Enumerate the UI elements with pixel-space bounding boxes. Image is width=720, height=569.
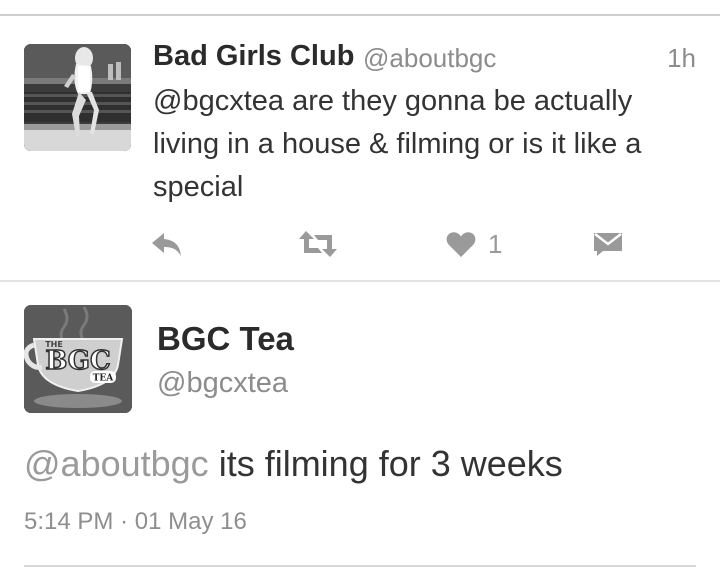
tweet-timestamp: 5:14 PM · 01 May 16 bbox=[24, 508, 247, 536]
tweet-divider bbox=[0, 280, 720, 282]
bad-girls-club-avatar[interactable] bbox=[24, 44, 131, 151]
tweet-age: 1h bbox=[667, 43, 696, 73]
author-name[interactable]: Bad Girls Club bbox=[153, 40, 354, 73]
like-count: 1 bbox=[488, 228, 503, 259]
bottom-divider bbox=[24, 565, 696, 567]
tweet-detail-screen: Bad Girls Club @aboutbgc 1h @bgcxtea are… bbox=[0, 0, 720, 569]
tweet-time: 5:14 PM bbox=[24, 508, 114, 535]
logo-tea-text: TEA bbox=[93, 374, 115, 384]
retweet-icon bbox=[299, 231, 337, 257]
like-button[interactable]: 1 bbox=[446, 226, 502, 262]
heart-icon bbox=[446, 232, 476, 257]
timestamp-separator: · bbox=[120, 508, 129, 535]
bgc-tea-avatar[interactable]: BGC THE TEA bbox=[24, 305, 132, 413]
parent-tweet-text: @bgcxtea are they gonna be actually livi… bbox=[153, 85, 642, 203]
direct-message-icon bbox=[594, 233, 622, 256]
tweet-date: 01 May 16 bbox=[134, 508, 247, 535]
direct-message-button[interactable] bbox=[593, 226, 623, 262]
main-author-name[interactable]: BGC Tea bbox=[157, 320, 294, 358]
reply-button[interactable] bbox=[150, 226, 184, 262]
bgc-tea-logo-icon: BGC THE TEA bbox=[24, 305, 132, 413]
tweet-action-bar: 1 bbox=[150, 226, 630, 262]
author-handle[interactable]: @aboutbgc bbox=[363, 43, 496, 74]
parent-tweet-header: Bad Girls Club @aboutbgc 1h bbox=[153, 40, 698, 80]
main-tweet-body: its filming for 3 weeks bbox=[208, 443, 563, 484]
reply-icon bbox=[152, 233, 181, 256]
main-author-handle[interactable]: @bgcxtea bbox=[157, 367, 288, 400]
mention-link[interactable]: @aboutbgc bbox=[24, 443, 209, 484]
top-divider bbox=[0, 14, 720, 16]
main-tweet-text: @aboutbgc its filming for 3 weeks bbox=[24, 443, 704, 485]
profile-photo-icon bbox=[24, 44, 131, 151]
logo-the-text: THE bbox=[45, 340, 63, 349]
retweet-button[interactable] bbox=[298, 226, 338, 262]
